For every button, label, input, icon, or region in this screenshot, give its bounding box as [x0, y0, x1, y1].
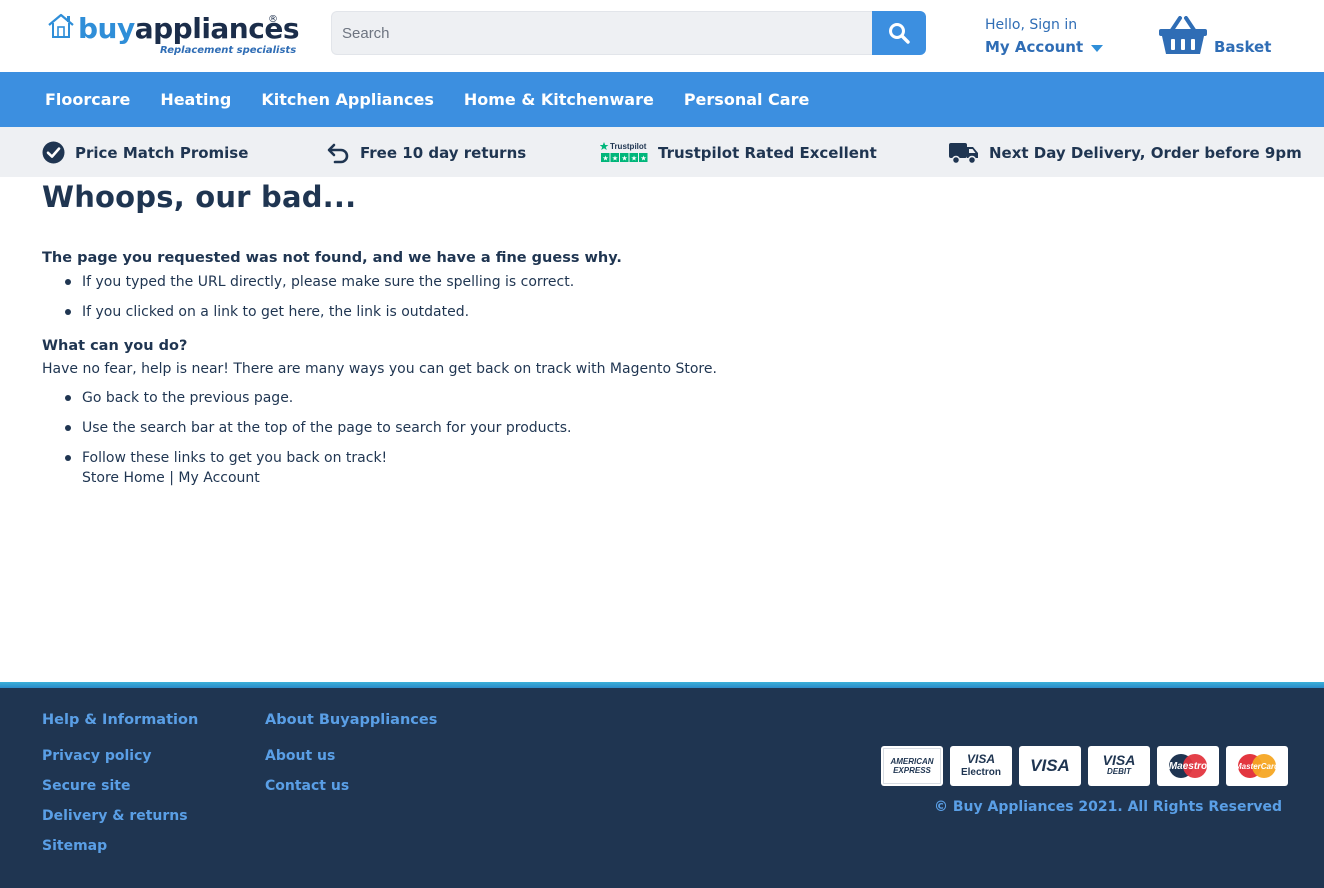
footer-help-title: Help & Information [42, 712, 199, 728]
nav-item-personal-care[interactable]: Personal Care [684, 90, 810, 109]
usp-bar: Price Match Promise Free 10 day returns … [0, 127, 1324, 177]
footer-about-title: About Buyappliances [265, 712, 438, 728]
logo-wordmark: buyappliances [78, 12, 300, 45]
svg-text:★: ★ [612, 154, 618, 162]
mastercard-card-icon: MasterCard [1226, 746, 1288, 786]
check-circle-icon [42, 141, 65, 164]
site-logo[interactable]: buyappliances ® Replacement specialists [46, 12, 300, 60]
list-item: Follow these links to get you back on tr… [42, 448, 1282, 488]
account-menu[interactable]: Hello, Sign in My Account [985, 15, 1104, 59]
trustpilot-icon: Trustpilot ★ ★ ★ ★ ★ [600, 142, 648, 162]
copyright-text: © Buy Appliances 2021. All Rights Reserv… [934, 799, 1282, 815]
svg-text:★: ★ [602, 154, 608, 162]
reasons-list: If you typed the URL directly, please ma… [42, 272, 1282, 322]
amex-card-icon: AMERICAN EXPRESS [881, 746, 943, 786]
nav-item-heating[interactable]: Heating [160, 90, 231, 109]
page-title: Whoops, our bad... [42, 180, 357, 214]
return-arrow-icon [327, 143, 349, 164]
my-account-link[interactable]: My Account [178, 470, 259, 486]
site-footer: Help & Information Privacy policy Secure… [0, 688, 1324, 888]
payment-cards: AMERICAN EXPRESS VISA Electron VISA VISA … [881, 746, 1288, 786]
search-button[interactable] [872, 11, 926, 55]
list-item: Go back to the previous page. [42, 388, 1282, 408]
logo-registered: ® [268, 14, 278, 25]
nav-item-floorcare[interactable]: Floorcare [45, 90, 130, 109]
trustpilot-wordmark: Trustpilot [610, 142, 647, 151]
usp-next-day-delivery: Next Day Delivery, Order before 9pm [949, 141, 1302, 165]
go-back-link[interactable]: back [106, 390, 139, 406]
usp-trustpilot[interactable]: Trustpilot ★ ★ ★ ★ ★ Trustpilot Rated Excell… [600, 142, 877, 164]
footer-link-privacy-policy[interactable]: Privacy policy [42, 746, 198, 766]
my-account-toggle[interactable]: My Account [985, 35, 1104, 59]
truck-icon [949, 143, 978, 165]
usp-label: Free 10 day returns [360, 144, 527, 162]
search-icon [889, 23, 910, 44]
visa-debit-card-icon: VISA DEBIT [1088, 746, 1150, 786]
svg-text:★: ★ [631, 154, 637, 162]
nav-item-home-kitchenware[interactable]: Home & Kitchenware [464, 90, 654, 109]
visa-card-icon: VISA [1019, 746, 1081, 786]
basket-link[interactable]: Basket [1158, 14, 1274, 60]
main-content: Whoops, our bad... The page you requeste… [42, 178, 1282, 498]
usp-label: Price Match Promise [75, 143, 249, 162]
footer-link-secure-site[interactable]: Secure site [42, 776, 198, 796]
chevron-down-icon [1091, 44, 1104, 52]
maestro-card-icon: Maestro [1157, 746, 1219, 786]
site-header: buyappliances ® Replacement specialists … [0, 0, 1324, 72]
house-logo-icon [48, 13, 74, 38]
basket-label: Basket [1214, 38, 1272, 56]
footer-help-column: Help & Information Privacy policy Secure… [42, 712, 198, 866]
footer-link-delivery-returns[interactable]: Delivery & returns [42, 806, 198, 826]
usp-label: Next Day Delivery, Order before 9pm [989, 144, 1302, 162]
footer-link-contact-us[interactable]: Contact us [265, 776, 437, 796]
svg-text:★: ★ [640, 154, 646, 162]
what-can-you-do-heading: What can you do? [42, 338, 188, 354]
account-greeting[interactable]: Hello, Sign in [985, 15, 1103, 35]
usp-free-returns: Free 10 day returns [326, 142, 526, 164]
list-item: If you typed the URL directly, please ma… [42, 272, 1282, 292]
nav-item-kitchen-appliances[interactable]: Kitchen Appliances [261, 90, 434, 109]
visa-electron-card-icon: VISA Electron [950, 746, 1012, 786]
footer-link-about-us[interactable]: About us [265, 746, 437, 766]
search-input[interactable] [332, 12, 873, 54]
not-found-subhead: The page you requested was not found, an… [42, 250, 622, 266]
logo-tagline: Replacement specialists [160, 45, 297, 56]
link-separator: | [164, 470, 179, 486]
list-item: Use the search bar at the top of the pag… [42, 418, 1282, 438]
store-home-link[interactable]: Store Home [82, 470, 165, 486]
help-paragraph: Have no fear, help is near! There are ma… [42, 361, 717, 377]
actions-list: Go back to the previous page. Use the se… [42, 388, 1282, 488]
svg-text:★: ★ [621, 154, 627, 162]
footer-link-sitemap[interactable]: Sitemap [42, 836, 198, 856]
basket-icon [1159, 16, 1207, 54]
search-box [331, 11, 873, 55]
main-navigation: Floorcare Heating Kitchen Appliances Hom… [0, 72, 1324, 127]
list-item: If you clicked on a link to get here, th… [42, 302, 1282, 322]
usp-price-match: Price Match Promise [42, 141, 248, 164]
my-account-label: My Account [985, 38, 1084, 56]
footer-about-column: About Buyappliances About us Contact us [265, 712, 437, 806]
usp-label: Trustpilot Rated Excellent [658, 144, 877, 162]
